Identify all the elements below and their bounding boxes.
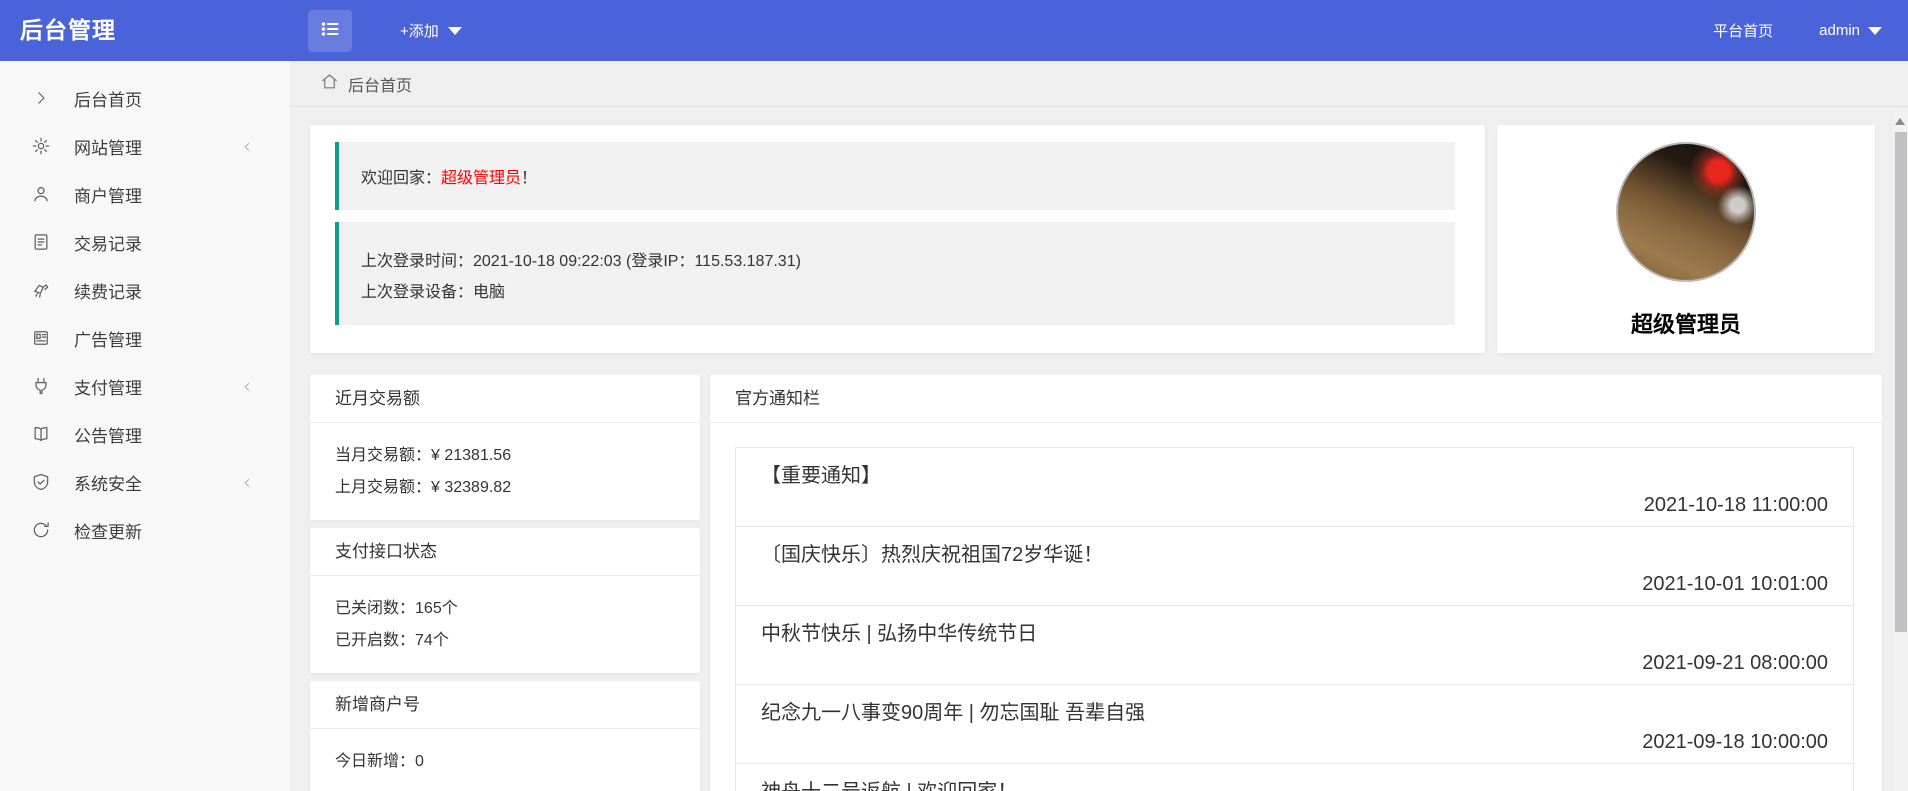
sidebar-toggle-button[interactable] <box>308 10 352 52</box>
notice-row[interactable]: 神舟十二号返航 | 欢迎回家！ <box>736 764 1853 791</box>
sidebar-item-label: 支付管理 <box>74 374 142 399</box>
refresh-icon <box>30 519 52 541</box>
menu-list-icon <box>318 17 342 46</box>
main-content: 后台首页 欢迎回家：超级管理员！ 上次登录时间：2021-10-18 09:22… <box>290 61 1908 791</box>
sidebar-item-label: 商户管理 <box>74 182 142 207</box>
welcome-card: 欢迎回家：超级管理员！ 上次登录时间：2021-10-18 09:22:03 (… <box>310 125 1485 353</box>
welcome-admin-name: 超级管理员 <box>441 170 521 187</box>
scrollbar-thumb[interactable] <box>1895 132 1907 632</box>
sidebar-item-website[interactable]: 网站管理 <box>0 122 290 170</box>
gear-icon <box>30 135 52 157</box>
notice-title[interactable]: 〔国庆快乐〕热烈庆祝祖国72岁华诞！ <box>761 538 1103 567</box>
vertical-scrollbar[interactable] <box>1893 110 1908 791</box>
notice-date: 2021-10-01 10:01:00 <box>1642 573 1828 596</box>
sidebar-item-label: 系统安全 <box>74 470 142 495</box>
username-label: admin <box>1819 22 1860 39</box>
home-icon <box>320 72 339 96</box>
user-menu[interactable]: admin <box>1819 22 1882 39</box>
sidebar-item-label: 公告管理 <box>74 422 142 447</box>
platform-home-label: 平台首页 <box>1713 20 1773 41</box>
ad-board-icon <box>30 327 52 349</box>
notice-date: 2021-09-18 10:00:00 <box>1642 731 1828 754</box>
stat-row: 已开启数：74个 <box>335 625 675 657</box>
open-book-icon <box>30 423 52 445</box>
notice-row[interactable]: 纪念九一八事变90周年 | 勿忘国耻 吾辈自强 2021-09-18 10:00… <box>736 685 1853 764</box>
breadcrumb[interactable]: 后台首页 <box>290 61 1908 107</box>
card-title: 近月交易额 <box>310 375 700 423</box>
notice-title[interactable]: 纪念九一八事变90周年 | 勿忘国耻 吾辈自强 <box>761 696 1145 725</box>
stat-row: 今日新增：0 <box>335 746 675 778</box>
sidebar-item-ads[interactable]: 广告管理 <box>0 314 290 362</box>
last-login-time: 上次登录时间：2021-10-18 09:22:03 (登录IP：115.53.… <box>361 246 1455 277</box>
add-button[interactable]: +添加 <box>388 0 474 61</box>
notice-row[interactable]: 〔国庆快乐〕热烈庆祝祖国72岁华诞！ 2021-10-01 10:01:00 <box>736 527 1853 606</box>
top-header: 后台管理 +添加 平台首页 admin <box>0 0 1908 61</box>
app-title: 后台管理 <box>20 0 116 61</box>
scrollbar-up-arrow-icon[interactable] <box>1895 118 1905 125</box>
notice-title[interactable]: 【重要通知】 <box>761 459 881 488</box>
sidebar: 后台首页 网站管理 商户管理 交易记录 <box>0 61 290 791</box>
profile-card: 超级管理员 <box>1497 125 1875 353</box>
notice-date: 2021-10-18 11:00:00 <box>1644 494 1828 517</box>
sidebar-item-merchants[interactable]: 商户管理 <box>0 170 290 218</box>
add-button-label: +添加 <box>400 20 439 41</box>
stat-row: 已关闭数：165个 <box>335 593 675 625</box>
sidebar-item-label: 检查更新 <box>74 518 142 543</box>
new-merchants-card: 新增商户号 今日新增：0 <box>310 681 700 791</box>
platform-home-link[interactable]: 平台首页 <box>1713 20 1773 41</box>
stat-row: 当月交易额：¥ 21381.56 <box>335 440 675 472</box>
sidebar-item-label: 交易记录 <box>74 230 142 255</box>
sidebar-item-renewals[interactable]: 续费记录 <box>0 266 290 314</box>
welcome-suffix: ！ <box>521 170 537 187</box>
sidebar-item-security[interactable]: 系统安全 <box>0 458 290 506</box>
card-title: 新增商户号 <box>310 681 700 729</box>
sidebar-item-label: 后台首页 <box>74 86 142 111</box>
sidebar-item-dashboard[interactable]: 后台首页 <box>0 74 290 122</box>
plug-icon <box>30 375 52 397</box>
renewal-icon <box>30 279 52 301</box>
sidebar-item-label: 网站管理 <box>74 134 142 159</box>
welcome-alert: 欢迎回家：超级管理员！ <box>335 142 1455 210</box>
chevron-left-icon <box>240 379 254 399</box>
official-notices-card: 官方通知栏 【重要通知】 2021-10-18 11:00:00 〔国庆快乐〕热… <box>710 375 1882 791</box>
notice-list: 【重要通知】 2021-10-18 11:00:00 〔国庆快乐〕热烈庆祝祖国7… <box>735 447 1854 791</box>
user-icon <box>30 183 52 205</box>
header-right-group: 平台首页 admin <box>1713 0 1882 61</box>
profile-name: 超级管理员 <box>1497 307 1875 339</box>
monthly-volume-card: 近月交易额 当月交易额：¥ 21381.56 上月交易额：¥ 32389.82 <box>310 375 700 520</box>
sidebar-item-payments[interactable]: 支付管理 <box>0 362 290 410</box>
chevron-left-icon <box>240 475 254 495</box>
card-title: 官方通知栏 <box>710 375 1882 423</box>
last-login-alert: 上次登录时间：2021-10-18 09:22:03 (登录IP：115.53.… <box>335 222 1455 325</box>
notice-title[interactable]: 神舟十二号返航 | 欢迎回家！ <box>761 775 1017 791</box>
breadcrumb-label: 后台首页 <box>348 72 412 96</box>
notice-title[interactable]: 中秋节快乐 | 弘扬中华传统节日 <box>761 617 1037 646</box>
sidebar-item-label: 广告管理 <box>74 326 142 351</box>
caret-down-icon <box>448 27 462 35</box>
chevron-right-icon <box>30 87 52 109</box>
caret-down-icon <box>1868 27 1882 35</box>
sidebar-item-transactions[interactable]: 交易记录 <box>0 218 290 266</box>
notice-row[interactable]: 中秋节快乐 | 弘扬中华传统节日 2021-09-21 08:00:00 <box>736 606 1853 685</box>
shield-check-icon <box>30 471 52 493</box>
avatar <box>1616 142 1756 282</box>
stat-row: 上月交易额：¥ 32389.82 <box>335 472 675 504</box>
card-title: 支付接口状态 <box>310 528 700 576</box>
gateway-status-card: 支付接口状态 已关闭数：165个 已开启数：74个 <box>310 528 700 673</box>
notice-row[interactable]: 【重要通知】 2021-10-18 11:00:00 <box>736 448 1853 527</box>
sidebar-item-check-update[interactable]: 检查更新 <box>0 506 290 554</box>
last-login-device: 上次登录设备：电脑 <box>361 277 1455 308</box>
sidebar-item-label: 续费记录 <box>74 278 142 303</box>
chevron-left-icon <box>240 139 254 159</box>
welcome-prefix: 欢迎回家： <box>361 170 441 187</box>
notice-date: 2021-09-21 08:00:00 <box>1642 652 1828 675</box>
document-icon <box>30 231 52 253</box>
sidebar-item-announcements[interactable]: 公告管理 <box>0 410 290 458</box>
